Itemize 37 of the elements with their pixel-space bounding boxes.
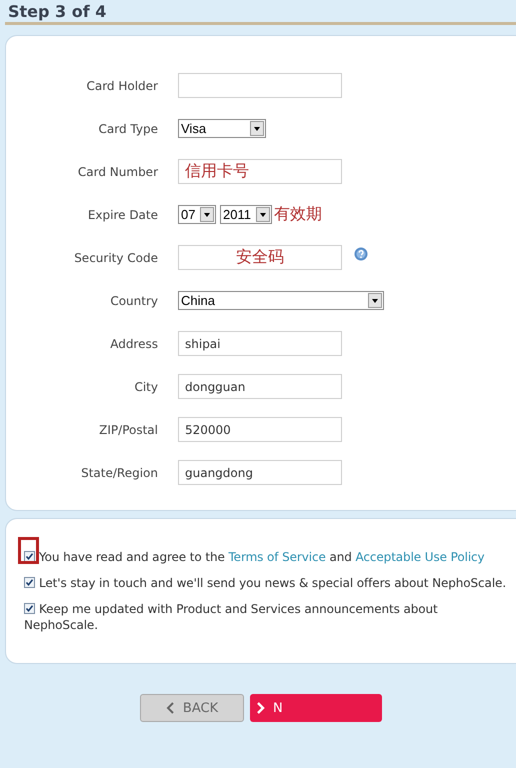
step-title: Step 3 of 4 — [7, 1, 108, 22]
next-button[interactable]: N — [250, 694, 382, 722]
agreement-text: Let's stay in touch and we'll send you news & special offers about NephoScale. — [24, 575, 508, 591]
help-icon[interactable] — [354, 246, 368, 260]
chevron-left-icon — [166, 702, 175, 714]
checkbox[interactable] — [24, 551, 35, 562]
field-label: Card Number — [76, 164, 159, 178]
field-label: Address — [109, 336, 159, 350]
field-label: ZIP/Postal — [98, 422, 159, 436]
checkbox[interactable] — [24, 603, 35, 614]
policy-link[interactable]: Terms of Service — [228, 550, 326, 564]
policy-link[interactable]: Acceptable Use Policy — [356, 550, 485, 564]
chevron-right-icon — [256, 702, 265, 714]
annotation-text: 信用卡号 — [185, 161, 249, 182]
field-label: Security Code — [73, 250, 159, 264]
checkbox[interactable] — [24, 577, 35, 588]
field-label: Expire Date — [86, 208, 159, 222]
year-dropdown[interactable]: 2011 — [220, 205, 272, 224]
field-label: City — [133, 380, 159, 394]
select-dropdown[interactable]: China — [178, 291, 384, 310]
field-label: Country — [109, 294, 159, 308]
text-field[interactable]: dongguan — [178, 374, 342, 399]
text-field[interactable]: shipai — [178, 331, 342, 356]
field-label: State/Region — [80, 466, 159, 480]
select-dropdown[interactable]: Visa — [178, 119, 266, 138]
text-field[interactable]: guangdong — [178, 460, 342, 485]
text-field[interactable]: 520000 — [178, 417, 342, 442]
text-field[interactable]: 安全码 — [178, 245, 342, 270]
back-button[interactable]: BACK — [140, 694, 244, 722]
annotation-text: 安全码 — [236, 247, 284, 268]
field-label: Card Holder — [85, 78, 159, 92]
text-field[interactable] — [178, 73, 342, 98]
field-label: Card Type — [98, 122, 159, 136]
month-dropdown[interactable]: 07 — [178, 205, 216, 224]
annotation-text: 有效期 — [274, 204, 322, 225]
agreement-text: Keep me updated with Product and Services announcements about NephoScale. — [24, 601, 439, 633]
text-field[interactable]: 信用卡号 — [178, 159, 342, 184]
